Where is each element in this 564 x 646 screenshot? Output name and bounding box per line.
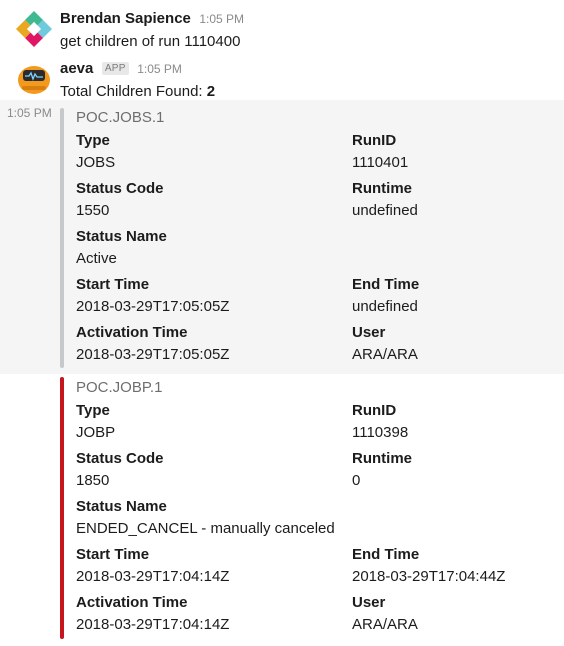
attachment-card: POC.JOBP.1 Type JOBP RunID 1110398 Statu…: [0, 374, 564, 646]
app-badge: APP: [101, 62, 129, 75]
attachment-card: 1:05 PM POC.JOBS.1 Type JOBS RunID 11104…: [0, 100, 564, 374]
field-value-user: ARA/ARA: [352, 616, 418, 633]
user-avatar[interactable]: [16, 11, 52, 47]
robot-icon: [16, 60, 52, 96]
field-label-runid: RunID: [352, 132, 397, 149]
field-label-end-time: End Time: [352, 276, 420, 293]
bot-name[interactable]: aeva: [60, 60, 93, 77]
slack-logo-icon: [16, 11, 52, 47]
field-value-runtime: 0: [352, 472, 361, 489]
field-label-end-time: End Time: [352, 546, 420, 563]
attachment-title: POC.JOBP.1: [76, 379, 163, 396]
field-value-type: JOBS: [76, 154, 116, 171]
field-label-type: Type: [76, 402, 110, 419]
message-timestamp[interactable]: 1:05 PM: [199, 12, 244, 26]
field-value-activation-time: 2018-03-29T17:05:05Z: [76, 346, 230, 363]
field-value-user: ARA/ARA: [352, 346, 418, 363]
gutter-timestamp[interactable]: 1:05 PM: [7, 106, 52, 120]
field-label-status-code: Status Code: [76, 180, 164, 197]
field-label-status-code: Status Code: [76, 450, 164, 467]
sender-name[interactable]: Brendan Sapience: [60, 10, 191, 27]
field-label-runtime: Runtime: [352, 180, 412, 197]
field-value-start-time: 2018-03-29T17:05:05Z: [76, 298, 230, 315]
bot-message: aeva APP 1:05 PM Total Children Found: 2: [0, 55, 564, 100]
field-label-runtime: Runtime: [352, 450, 412, 467]
field-label-user: User: [352, 594, 386, 611]
field-label-status-name: Status Name: [76, 498, 167, 515]
field-value-status-code: 1850: [76, 472, 110, 489]
field-value-type: JOBP: [76, 424, 116, 441]
field-value-runid: 1110401: [352, 154, 409, 171]
field-label-runid: RunID: [352, 402, 397, 419]
field-label-activation-time: Activation Time: [76, 324, 188, 341]
field-value-end-time: 2018-03-29T17:04:44Z: [352, 568, 506, 585]
field-label-start-time: Start Time: [76, 546, 150, 563]
message-timestamp[interactable]: 1:05 PM: [137, 62, 182, 76]
message-text: get children of run 1110400: [60, 33, 241, 50]
field-value-runid: 1110398: [352, 424, 409, 441]
summary-label: Total Children Found:: [60, 83, 207, 100]
field-value-status-code: 1550: [76, 202, 110, 219]
field-value-status-name: Active: [76, 250, 117, 267]
attachment-title: POC.JOBS.1: [76, 109, 165, 126]
field-value-end-time: undefined: [352, 298, 418, 315]
field-value-runtime: undefined: [352, 202, 418, 219]
field-value-activation-time: 2018-03-29T17:04:14Z: [76, 616, 230, 633]
attachment-color-bar: [60, 108, 64, 368]
field-label-user: User: [352, 324, 386, 341]
field-label-start-time: Start Time: [76, 276, 150, 293]
field-label-activation-time: Activation Time: [76, 594, 188, 611]
bot-avatar[interactable]: [16, 60, 52, 96]
field-label-status-name: Status Name: [76, 228, 167, 245]
summary-text: Total Children Found: 2: [60, 83, 215, 100]
field-label-type: Type: [76, 132, 110, 149]
field-value-start-time: 2018-03-29T17:04:14Z: [76, 568, 230, 585]
summary-count: 2: [206, 83, 216, 100]
attachment-color-bar: [60, 377, 64, 639]
user-message: Brendan Sapience 1:05 PM get children of…: [0, 0, 564, 55]
field-value-status-name: ENDED_CANCEL - manually canceled: [76, 520, 335, 537]
